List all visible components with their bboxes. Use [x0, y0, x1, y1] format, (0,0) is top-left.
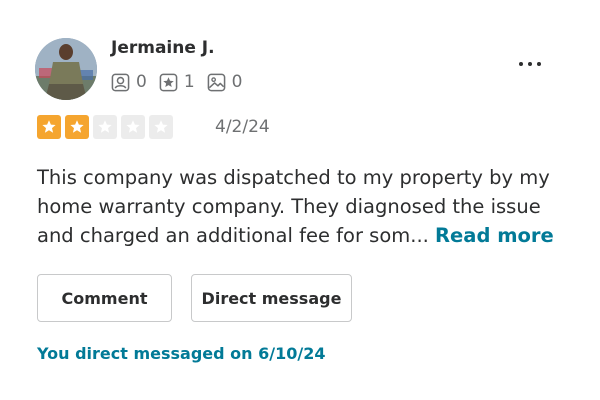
more-options-icon: [537, 62, 541, 66]
more-options-icon: [528, 62, 532, 66]
photo-icon: [207, 73, 225, 91]
direct-message-button[interactable]: Direct message: [191, 274, 352, 322]
review-text: This company was dispatched to my proper…: [37, 163, 582, 250]
star-filled-icon: [65, 115, 89, 139]
direct-message-status[interactable]: You direct messaged on 6/10/24: [37, 344, 325, 363]
reviews-stat: 1: [159, 72, 195, 92]
friends-icon: [111, 73, 130, 91]
star-empty-icon: [149, 115, 173, 139]
photos-stat: 0: [207, 72, 243, 92]
avatar[interactable]: [35, 38, 97, 100]
more-options-icon: [519, 62, 523, 66]
star-filled-icon: [37, 115, 61, 139]
avatar-photo: [35, 38, 97, 100]
star-empty-icon: [93, 115, 117, 139]
author-name[interactable]: Jermaine J.: [111, 38, 215, 58]
more-options-button[interactable]: [510, 52, 550, 76]
photos-count: 0: [231, 72, 243, 92]
author-stats: 0 1 0: [111, 72, 242, 92]
review-star-icon: [159, 73, 178, 91]
friends-count: 0: [136, 72, 147, 92]
star-rating: [37, 115, 173, 139]
star-empty-icon: [121, 115, 145, 139]
reviews-count: 1: [183, 72, 195, 92]
read-more-link[interactable]: Read more: [435, 224, 554, 247]
friends-stat: 0: [111, 72, 147, 92]
comment-button[interactable]: Comment: [37, 274, 172, 322]
review-date: 4/2/24: [215, 117, 270, 137]
